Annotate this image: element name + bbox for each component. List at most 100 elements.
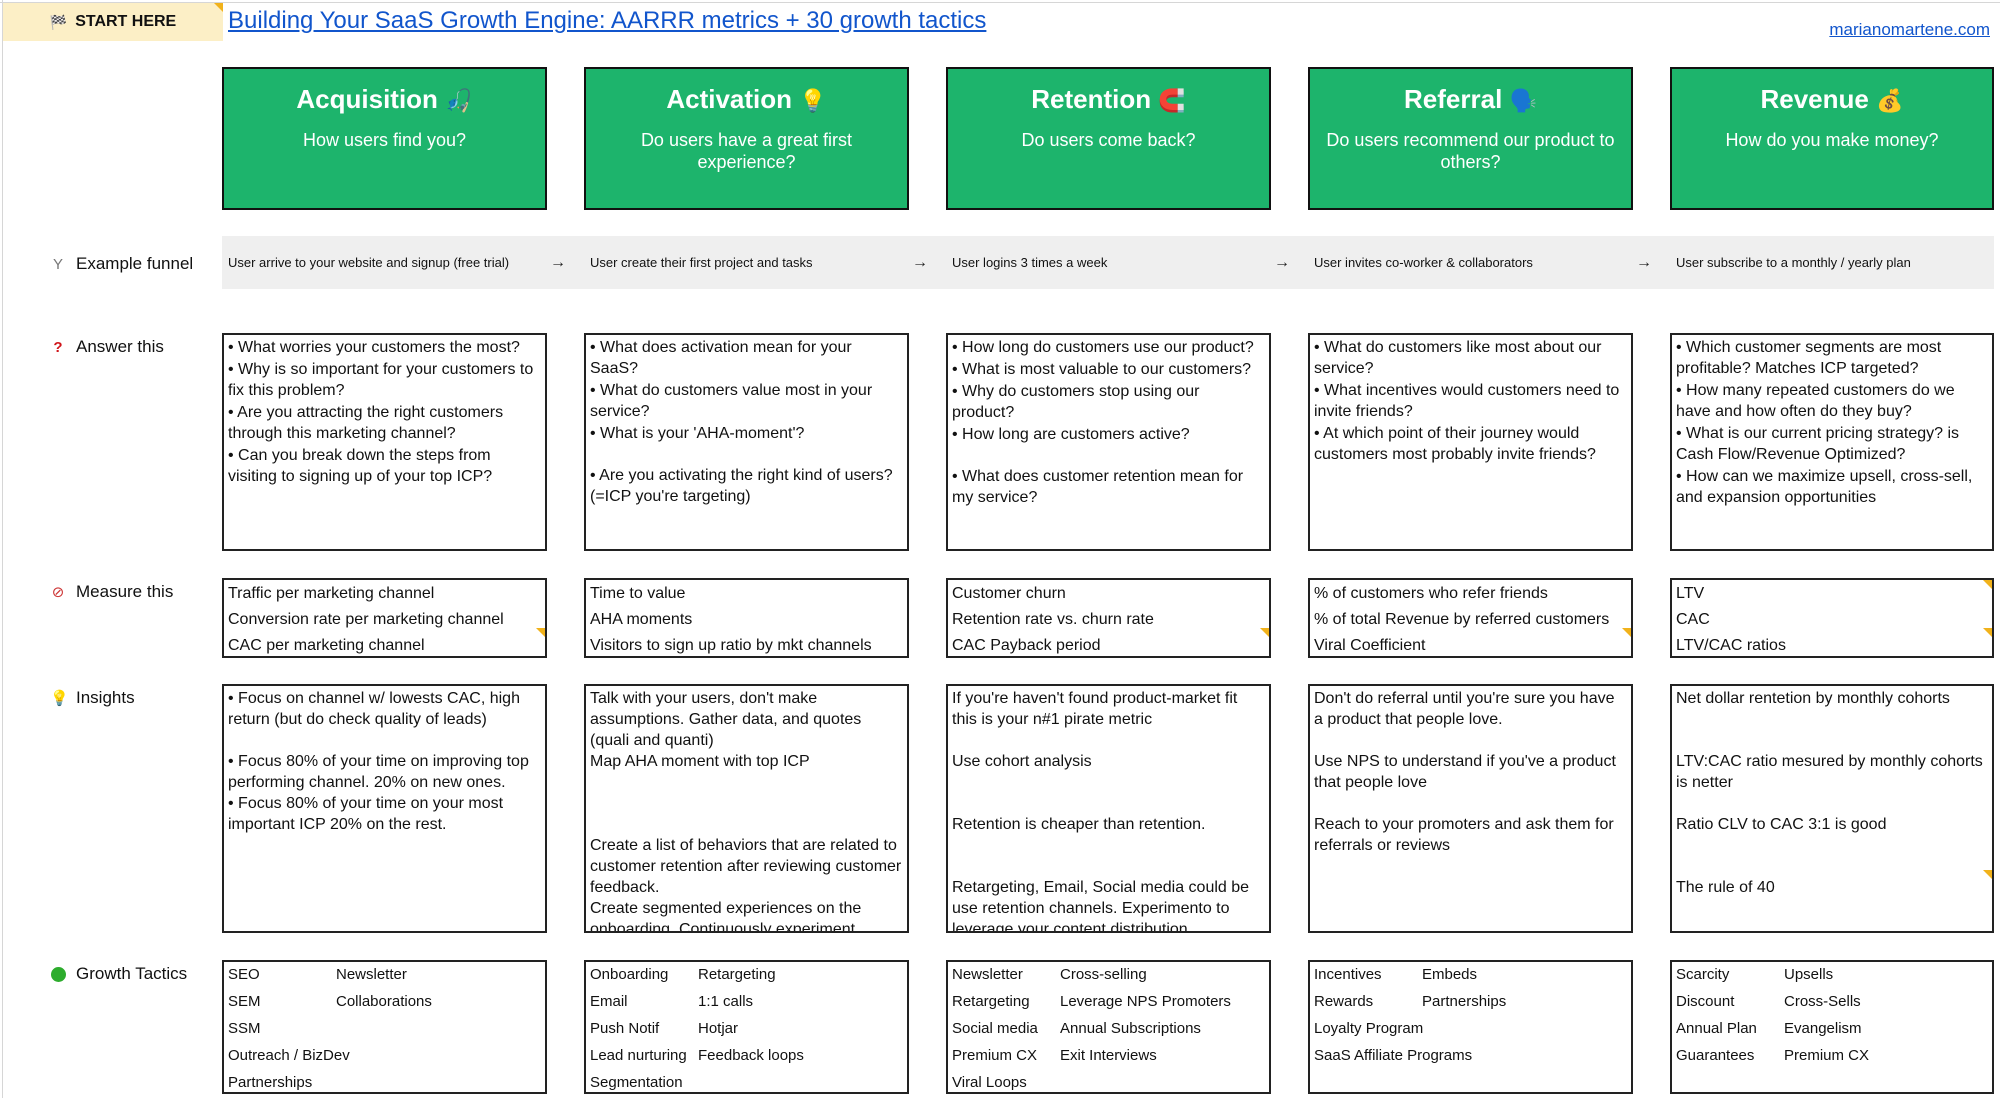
answer-question-item: • Can you break down the steps from visi… bbox=[228, 447, 493, 485]
comment-marker-icon[interactable] bbox=[1260, 628, 1269, 637]
comment-marker-icon[interactable] bbox=[1983, 628, 1992, 637]
measure-this-box[interactable]: LTV CAC LTV/CAC ratios bbox=[1670, 578, 1994, 658]
stage-header-activation[interactable]: Activation 💡 Do users have a great first… bbox=[584, 67, 909, 210]
measure-this-box[interactable]: Time to value AHA moments Visitors to sign… bbox=[584, 578, 909, 658]
growth-tactic-item: Email bbox=[590, 993, 628, 1010]
metric-item: LTV/CAC ratios bbox=[1676, 637, 1786, 654]
measure-this-box[interactable]: Customer churn Retention rate vs. churn r… bbox=[946, 578, 1271, 658]
insight-item: Create segmented experiences on the onbo… bbox=[590, 900, 862, 933]
row-label-text: Example funnel bbox=[76, 254, 194, 273]
metric-item: Time to value bbox=[590, 585, 686, 602]
insights-box[interactable]: Net dollar rentetion by monthly cohorts L… bbox=[1670, 684, 1994, 933]
answer-question-item: • How long do customers use our product? bbox=[952, 339, 1254, 356]
insight-item: If you're haven't found product-market f… bbox=[952, 690, 1238, 728]
growth-tactic-item: Feedback loops bbox=[698, 1047, 804, 1064]
growth-tactic-item: Retargeting bbox=[952, 993, 1030, 1010]
answer-question-item: • What is your 'AHA-moment'? bbox=[590, 425, 805, 442]
row-label-measure: ⊘ Measure this bbox=[50, 582, 174, 602]
sheet-gridline-left bbox=[0, 0, 3, 1098]
insight-item: Don't do referral until you're sure you … bbox=[1314, 690, 1615, 728]
insight-item: Talk with your users, don't make assumpt… bbox=[590, 690, 862, 749]
comment-marker-icon[interactable] bbox=[214, 3, 223, 12]
stage-header-revenue[interactable]: Revenue 💰 How do you make money? bbox=[1670, 67, 1994, 210]
start-here-label: START HERE bbox=[75, 13, 177, 30]
comment-marker-icon[interactable] bbox=[1983, 580, 1992, 589]
growth-tactic-item: Premium CX bbox=[952, 1047, 1038, 1064]
insight-item: Ratio CLV to CAC 3:1 is good bbox=[1676, 816, 1887, 833]
funnel-step-revenue: User subscribe to a monthly / yearly pla… bbox=[1676, 255, 1911, 270]
stage-title: Retention 🧲 bbox=[948, 84, 1269, 115]
growth-tactics-box[interactable]: Onboarding Retargeting Email 1:1 calls Push … bbox=[584, 960, 909, 1094]
growth-tactic-item: Exit Interviews bbox=[1060, 1047, 1157, 1064]
lightbulb-icon: 💡 bbox=[50, 690, 69, 707]
funnel-step-retention: User logins 3 times a week bbox=[952, 255, 1108, 270]
answer-question-item: • Are you attracting the right customers… bbox=[228, 404, 504, 442]
insight-item: Reach to your promoters and ask them for… bbox=[1314, 816, 1614, 854]
stage-header-referral[interactable]: Referral 🗣️ Do users recommend our produ… bbox=[1308, 67, 1633, 210]
metric-item: Visitors to sign up ratio by mkt channel… bbox=[590, 637, 872, 654]
comment-marker-icon[interactable] bbox=[536, 628, 545, 637]
stage-name: Retention bbox=[1031, 84, 1152, 114]
row-label-text: Measure this bbox=[76, 582, 174, 601]
growth-tactic-item: Hotjar bbox=[698, 1020, 739, 1037]
funnel-icon: Y bbox=[52, 255, 63, 273]
answer-this-box[interactable]: • Which customer segments are most profi… bbox=[1670, 333, 1994, 551]
answer-question-item: • What does activation mean for your Saa… bbox=[590, 339, 852, 377]
growth-tactics-grid: SEO Newsletter SEM Collaborations SSM Outreac… bbox=[228, 964, 541, 1092]
growth-tactic-item: SEO bbox=[228, 966, 260, 983]
start-here-cell[interactable]: 🏁 START HERE bbox=[3, 3, 223, 41]
comment-marker-icon[interactable] bbox=[1983, 870, 1992, 879]
answer-this-box[interactable]: • What does activation mean for your Saa… bbox=[584, 333, 909, 551]
growth-tactic-item: Embeds bbox=[1422, 966, 1478, 983]
growth-tactic-item: Scarcity bbox=[1676, 966, 1730, 983]
metric-item: % of total Revenue by referred customers bbox=[1314, 611, 1610, 628]
comment-marker-icon[interactable] bbox=[1622, 628, 1631, 637]
answer-question-item: • How long are customers active? bbox=[952, 426, 1190, 443]
page-title-link[interactable]: Building Your SaaS Growth Engine: AARRR … bbox=[228, 7, 986, 35]
growth-tactic-item: Premium CX bbox=[1784, 1047, 1870, 1064]
growth-tactics-box[interactable]: Scarcity Upsells Discount Cross-Sells Annual… bbox=[1670, 960, 1994, 1094]
answer-this-box[interactable]: • What worries your customers the most? •… bbox=[222, 333, 547, 551]
insights-box[interactable]: If you're haven't found product-market f… bbox=[946, 684, 1271, 933]
growth-tactics-box[interactable]: Newsletter Cross-selling Retargeting Levera… bbox=[946, 960, 1271, 1094]
stage-question: Do users come back? bbox=[1021, 130, 1196, 150]
insights-box[interactable]: • Focus on channel w/ lowests CAC, high … bbox=[222, 684, 547, 933]
growth-tactic-item: Collaborations bbox=[336, 993, 432, 1010]
growth-tactic-item: Loyalty Program bbox=[1314, 1020, 1424, 1037]
answer-question-item: • What incentives would customers need t… bbox=[1314, 382, 1620, 420]
stage-emoji-icon: 🧲 bbox=[1158, 88, 1186, 113]
sheet-gridline-top bbox=[0, 0, 2000, 3]
answer-question-item: • Which customer segments are most profi… bbox=[1676, 339, 1942, 377]
insight-item: • Focus 80% of your time on improving to… bbox=[228, 753, 529, 791]
insights-box[interactable]: Talk with your users, don't make assumpt… bbox=[584, 684, 909, 933]
stage-name: Referral bbox=[1404, 84, 1503, 114]
stage-header-acquisition[interactable]: Acquisition 🎣 How users find you? bbox=[222, 67, 547, 210]
growth-tactics-grid: Newsletter Cross-selling Retargeting Levera… bbox=[952, 964, 1265, 1092]
measure-this-box[interactable]: Traffic per marketing channel Conversion … bbox=[222, 578, 547, 658]
growth-tactics-box[interactable]: Incentives Embeds Rewards Partnerships Loyal… bbox=[1308, 960, 1633, 1094]
growth-tactic-item: Newsletter bbox=[336, 966, 407, 983]
measure-this-box[interactable]: % of customers who refer friends % of tot… bbox=[1308, 578, 1633, 658]
answer-question-item: • What worries your customers the most? bbox=[228, 339, 520, 356]
growth-tactic-item: Partnerships bbox=[1422, 993, 1507, 1010]
answer-question-item: • Are you activating the right kind of u… bbox=[590, 467, 893, 505]
growth-tactic-item: Evangelism bbox=[1784, 1020, 1862, 1037]
stage-header-retention[interactable]: Retention 🧲 Do users come back? bbox=[946, 67, 1271, 210]
funnel-step-acquisition: User arrive to your website and signup (… bbox=[228, 255, 510, 270]
answer-this-box[interactable]: • How long do customers use our product?… bbox=[946, 333, 1271, 551]
growth-tactics-box[interactable]: SEO Newsletter SEM Collaborations SSM Outreac… bbox=[222, 960, 547, 1094]
stage-question: Do users have a great first experience? bbox=[640, 130, 853, 172]
answer-this-box[interactable]: • What do customers like most about our … bbox=[1308, 333, 1633, 551]
insights-box[interactable]: Don't do referral until you're sure you … bbox=[1308, 684, 1633, 933]
author-site-link[interactable]: marianomartene.com bbox=[1829, 20, 1990, 40]
question-mark-icon: ? bbox=[53, 338, 63, 356]
metric-item: Conversion rate per marketing channel bbox=[228, 611, 504, 628]
growth-tactic-item bbox=[336, 1072, 541, 1092]
growth-tactics-grid: Scarcity Upsells Discount Cross-Sells Annual… bbox=[1676, 964, 1988, 1067]
growth-tactic-item bbox=[1422, 1018, 1627, 1040]
row-label-text: Answer this bbox=[76, 337, 164, 356]
compass-icon: ⊘ bbox=[51, 584, 65, 601]
growth-tactic-item: Segmentation bbox=[590, 1074, 683, 1091]
stage-question: How do you make money? bbox=[1725, 130, 1939, 150]
growth-tactics-grid: Onboarding Retargeting Email 1:1 calls Push … bbox=[590, 964, 903, 1092]
